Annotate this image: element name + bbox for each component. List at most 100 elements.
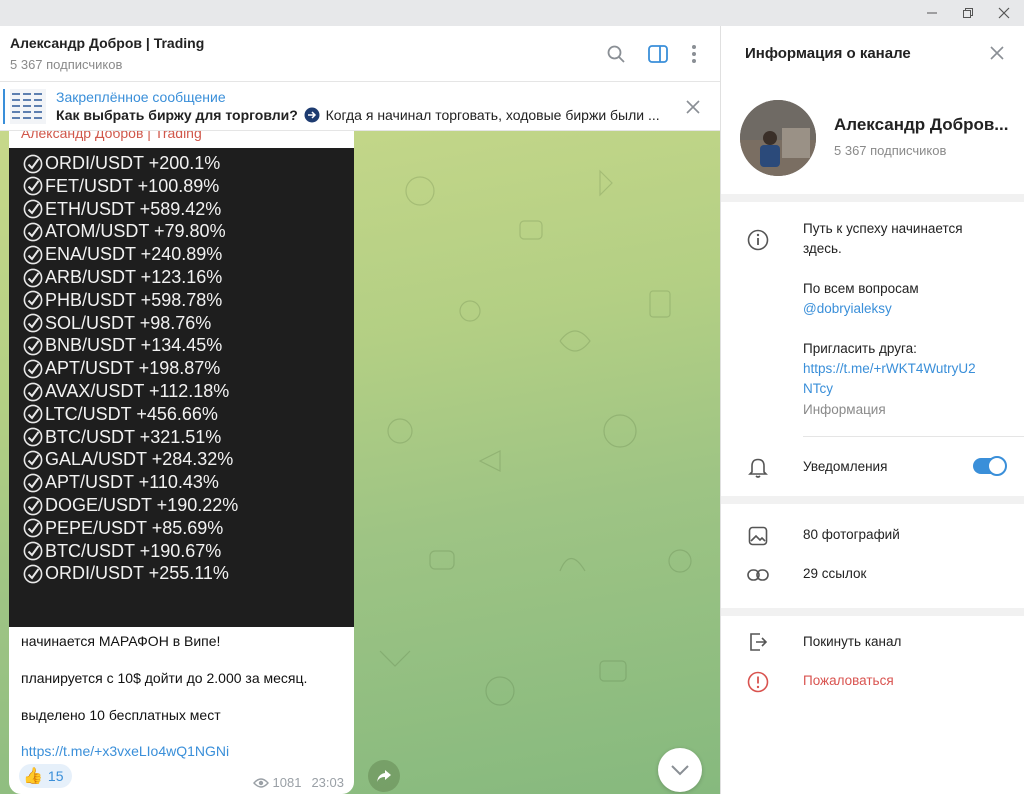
panel-title: Информация о канале [745, 45, 911, 62]
trade-result-text: ENA/USDT +240.89% [45, 244, 223, 265]
notifications-label: Уведомления [803, 459, 888, 474]
links-count[interactable]: 29 ссылок [803, 564, 866, 584]
trade-result-line: FET/USDT +100.89% [23, 176, 219, 197]
unpin-button[interactable] [682, 96, 704, 118]
channel-avatar[interactable] [740, 100, 816, 176]
trade-result-text: ORDI/USDT +255.11% [45, 563, 229, 584]
pinned-title: Как выбрать биржу для торговли? [56, 107, 298, 123]
pinned-thumbnail [10, 89, 46, 124]
photos-count[interactable]: 80 фотографий [803, 525, 900, 545]
avatar-photo [740, 100, 816, 176]
message-author[interactable]: Александр Добров | Trading [21, 131, 202, 141]
trade-result-line: APT/USDT +110.43% [23, 472, 219, 493]
trade-result-text: LTC/USDT +456.66% [45, 403, 218, 424]
trade-result-text: ARB/USDT +123.16% [45, 267, 223, 287]
notifications-toggle[interactable] [973, 456, 1007, 476]
chat-area[interactable]: Александр Добров | Trading ORDI/USDT +20… [0, 131, 720, 794]
pinned-message-bar[interactable]: Закреплённое сообщение Как выбрать биржу… [0, 82, 720, 131]
check-circle-icon [23, 199, 43, 219]
check-circle-icon [23, 427, 43, 447]
leave-channel-button[interactable]: Покинуть канал [803, 632, 901, 652]
more-vertical-icon [692, 45, 696, 63]
toggle-sidebar-button[interactable] [644, 40, 672, 68]
image-icon [747, 525, 769, 547]
divider [803, 436, 1024, 437]
check-circle-icon [23, 541, 43, 561]
trade-result-text: SOL/USDT +98.76% [45, 312, 212, 333]
message-text-line: планируется с 10$ дойти до 2.000 за меся… [21, 670, 308, 686]
check-circle-icon [23, 154, 43, 174]
message-image[interactable]: ORDI/USDT +200.1% FET/USDT +100.89% ETH/US… [9, 148, 354, 627]
check-circle-icon [23, 268, 43, 288]
arrow-right-circle-icon [304, 107, 320, 123]
trade-result-text: AVAX/USDT +112.18% [45, 381, 230, 401]
trade-result-line: DOGE/USDT +190.22% [23, 495, 238, 516]
report-icon [747, 671, 769, 693]
message-link[interactable]: https://t.me/+x3vxeLIo4wQ1NGNi [21, 743, 229, 759]
profile-section: Информация о канале Александр Добров... … [721, 26, 1024, 194]
message-bubble[interactable]: Александр Добров | Trading ORDI/USDT +20… [9, 131, 354, 794]
trade-result-text: ETH/USDT +589.42% [45, 198, 222, 219]
description-line: Пригласить друга: [803, 341, 917, 356]
invite-link-continued[interactable]: NTcy [803, 379, 833, 399]
trade-result-text: APT/USDT +198.87% [45, 358, 221, 379]
eye-icon [252, 777, 269, 788]
pinned-thumbnail-image [12, 93, 42, 119]
media-section: 80 фотографий 29 ссылок [721, 504, 1024, 608]
check-circle-icon [23, 336, 43, 356]
check-circle-icon [23, 382, 43, 402]
trade-result-line: BTC/USDT +321.51% [23, 427, 221, 448]
scroll-to-bottom-button[interactable] [658, 748, 702, 792]
invite-link[interactable]: https://t.me/+rWKT4WutryU2 [803, 359, 976, 379]
check-circle-icon [23, 290, 43, 310]
pinned-preview: Когда я начинал торговать, ходовые биржи… [321, 107, 660, 123]
trade-result-line: PEPE/USDT +85.69% [23, 518, 223, 539]
trade-result-text: BTC/USDT +190.67% [45, 540, 222, 561]
contact-handle-link[interactable]: @dobryialeksy [803, 299, 892, 319]
message-meta: 1081 23:03 [252, 775, 344, 790]
sidebar-panel-icon [648, 45, 668, 63]
report-button[interactable]: Пожаловаться [803, 671, 894, 691]
leave-icon [747, 631, 769, 653]
search-button[interactable] [602, 40, 630, 68]
info-icon [747, 229, 769, 251]
check-circle-icon [23, 496, 43, 516]
chat-header[interactable]: Александр Добров | Trading 5 367 подписч… [0, 26, 720, 82]
trade-result-text: PHB/USDT +598.78% [45, 289, 223, 310]
check-circle-icon [23, 404, 43, 424]
trade-result-line: BTC/USDT +190.67% [23, 541, 221, 562]
pinned-label: Закреплённое сообщение [56, 89, 226, 105]
close-window-button[interactable] [987, 0, 1021, 26]
check-circle-icon [23, 176, 43, 196]
reaction-badge[interactable]: 👍 15 [19, 764, 72, 788]
close-icon [998, 7, 1010, 19]
view-count: 1081 [272, 775, 302, 790]
channel-info-panel: Информация о канале Александр Добров... … [720, 26, 1024, 794]
trade-result-text: GALA/USDT +284.32% [45, 449, 234, 470]
trade-result-line: ORDI/USDT +255.11% [23, 563, 229, 584]
check-circle-icon [23, 245, 43, 265]
link-icon [747, 564, 769, 586]
check-circle-icon [23, 450, 43, 470]
check-circle-icon [23, 564, 43, 584]
trade-result-line: GALA/USDT +284.32% [23, 449, 233, 470]
more-menu-button[interactable] [680, 40, 708, 68]
thumbs-up-icon: 👍 [23, 768, 43, 785]
trade-result-text: FET/USDT +100.89% [45, 175, 220, 196]
trade-result-line: ORDI/USDT +200.1% [23, 153, 220, 174]
forward-button[interactable] [368, 760, 400, 792]
close-panel-button[interactable] [985, 41, 1009, 65]
minimize-icon [927, 12, 937, 14]
minimize-button[interactable] [915, 0, 949, 26]
channel-name: Александр Добров... [834, 115, 1009, 134]
actions-section: Покинуть канал Пожаловаться [721, 616, 1024, 794]
pinned-accent-line [3, 89, 5, 124]
window-titlebar [0, 0, 1024, 26]
check-circle-icon [23, 313, 43, 333]
trade-result-text: ATOM/USDT +79.80% [45, 221, 226, 242]
trade-result-text: BTC/USDT +321.51% [45, 426, 222, 447]
close-icon [990, 46, 1004, 60]
chat-title[interactable]: Александр Добров | Trading [10, 35, 204, 51]
trade-result-text: APT/USDT +110.43% [45, 472, 219, 493]
restore-button[interactable] [951, 0, 985, 26]
